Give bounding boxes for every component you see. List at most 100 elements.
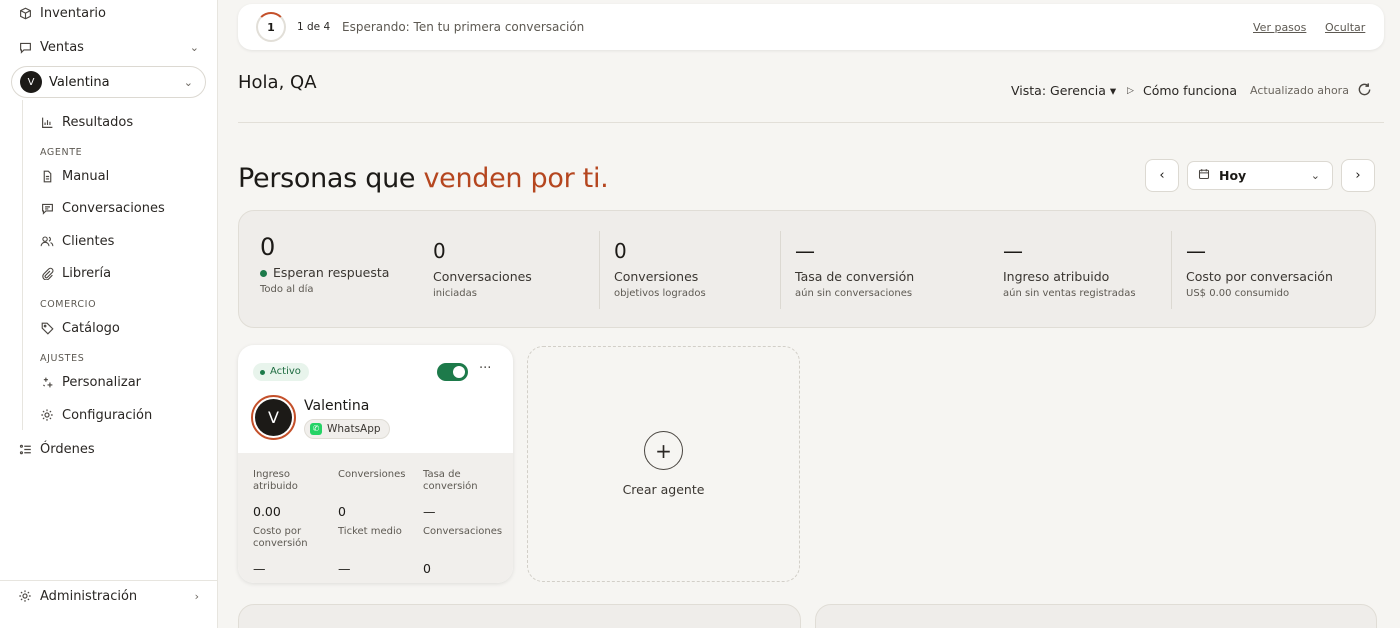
sidebar-item-clientes[interactable]: Clientes [22, 227, 212, 255]
agent-card[interactable]: Activo ··· V Valentina ✆ WhatsApp Ingres… [238, 345, 513, 583]
stat-esperan: 0 Esperan respuesta Todo al día [260, 233, 389, 295]
metric-tasa: Tasa de conversión — [423, 469, 503, 521]
avatar-initial: V [255, 399, 292, 436]
status-badge: Activo [253, 363, 309, 381]
stat-sub: objetivos logrados [614, 288, 706, 299]
metric-value: — [423, 504, 436, 519]
stat-label: Esperan respuesta [260, 265, 389, 280]
ocultar-link[interactable]: Ocultar [1325, 21, 1365, 34]
channel-chip: ✆ WhatsApp [304, 419, 390, 439]
active-toggle[interactable] [437, 363, 468, 381]
sidebar-item-manual[interactable]: Manual [22, 162, 212, 190]
chat-icon [18, 40, 32, 54]
updated-status: Actualizado ahora [1250, 84, 1349, 97]
sidebar-item-administracion[interactable]: Administración › [0, 581, 217, 611]
date-range-select[interactable]: Hoy ⌄ [1187, 161, 1333, 190]
header-divider [238, 122, 1384, 123]
stat-sub: aún sin conversaciones [795, 288, 913, 299]
metric-ingreso: Ingreso atribuido 0.00 [253, 469, 333, 521]
stat-ingreso: — Ingreso atribuido aún sin ventas regis… [1003, 239, 1136, 299]
document-icon [40, 169, 54, 183]
list-icon [18, 442, 32, 456]
sidebar-item-personalizar[interactable]: Personalizar [22, 368, 212, 396]
chevron-left-icon: ‹ [1159, 168, 1165, 183]
sidebar-item-resultados[interactable]: Resultados [22, 108, 212, 136]
chevron-right-icon: › [194, 589, 199, 603]
status-dot [260, 270, 267, 277]
agent-selector[interactable]: V Valentina ⌄ [11, 66, 206, 98]
step-status-text: Esperando: Ten tu primera conversación [342, 20, 585, 34]
stat-sub: iniciadas [433, 288, 477, 299]
metric-costo: Costo por conversión — [253, 526, 333, 578]
tag-icon [40, 321, 54, 335]
metric-conversiones: Conversiones 0 [338, 469, 418, 521]
gear-icon [40, 408, 54, 422]
metric-label: Tasa de conversión [423, 469, 478, 492]
stat-conversaciones: 0 Conversaciones iniciadas [433, 239, 532, 299]
date-range-value: Hoy [1219, 168, 1247, 183]
create-agent-label: Crear agente [622, 482, 705, 497]
stat-value: — [795, 239, 815, 263]
chat-icon [40, 201, 54, 215]
stat-sub: aún sin ventas registradas [1003, 288, 1136, 299]
agent-name: Valentina [304, 398, 370, 414]
metric-label: Conversiones [338, 469, 406, 480]
sidebar-item-inventario[interactable]: Inventario [0, 0, 217, 28]
stat-divider [599, 231, 600, 309]
next-date-button[interactable]: › [1341, 159, 1375, 192]
panel-card [815, 604, 1377, 628]
stat-divider [780, 231, 781, 309]
how-it-works-link[interactable]: Cómo funciona [1143, 83, 1237, 98]
agent-name: Valentina [49, 74, 110, 90]
calendar-icon [1198, 168, 1210, 183]
metric-value: 0.00 [253, 504, 281, 519]
whatsapp-icon: ✆ [310, 423, 322, 435]
more-icon[interactable]: ··· [479, 361, 491, 376]
sidebar-item-label: Inventario [40, 5, 106, 21]
sidebar-item-label: Conversaciones [62, 200, 165, 216]
sidebar-item-conversaciones[interactable]: Conversaciones [22, 194, 212, 222]
stat-tasa: — Tasa de conversión aún sin conversacio… [795, 239, 914, 299]
stat-label: Conversaciones [433, 269, 532, 284]
sidebar-item-label: Órdenes [40, 441, 95, 457]
ver-pasos-link[interactable]: Ver pasos [1253, 21, 1306, 34]
metric-value: 0 [338, 504, 346, 519]
play-icon: ▷ [1127, 86, 1134, 96]
main-content: 1 1 de 4 Esperando: Ten tu primera conve… [218, 0, 1400, 628]
avatar: V [20, 71, 42, 93]
sidebar-item-libreria[interactable]: Librería [22, 259, 212, 287]
stat-divider [1171, 231, 1172, 309]
sidebar-item-configuracion[interactable]: Configuración [22, 401, 212, 429]
channel-label: WhatsApp [327, 423, 381, 435]
box-icon [18, 6, 32, 20]
metric-label: Ticket medio [338, 526, 402, 537]
page-greeting: Hola, QA [238, 72, 317, 93]
metric-value: — [253, 561, 266, 576]
chevron-down-icon: ⌄ [189, 40, 199, 54]
title-accent: venden por ti. [423, 163, 609, 194]
page-title: Personas que venden por ti. [238, 163, 609, 194]
sidebar-item-catalogo[interactable]: Catálogo [22, 314, 212, 342]
step-count: 1 de 4 [297, 21, 331, 33]
panel-card [238, 604, 801, 628]
sidebar-item-label: Configuración [62, 407, 153, 423]
view-selector[interactable]: Vista: Gerencia ▾ [1011, 83, 1116, 98]
prev-date-button[interactable]: ‹ [1145, 159, 1179, 192]
create-agent-card[interactable]: + Crear agente [527, 346, 800, 582]
sidebar-item-label: Librería [62, 265, 112, 281]
stat-value: 0 [433, 239, 446, 263]
sidebar-item-label: Manual [62, 168, 110, 184]
refresh-icon[interactable] [1355, 80, 1373, 98]
stat-label: Tasa de conversión [795, 269, 915, 284]
chevron-down-icon: ⌄ [183, 75, 193, 89]
metric-label: Ingreso atribuido [253, 469, 298, 492]
section-label-comercio: COMERCIO [40, 299, 97, 310]
stat-value: — [1186, 239, 1206, 263]
sidebar-item-ventas[interactable]: Ventas ⌄ [0, 32, 217, 62]
stat-value: 0 [260, 233, 276, 261]
stat-label-text: Esperan respuesta [273, 265, 390, 280]
sidebar-item-ordenes[interactable]: Órdenes [0, 434, 217, 464]
metric-label: Costo por conversión [253, 526, 308, 549]
stat-label: Costo por conversación [1186, 269, 1333, 284]
paperclip-icon [40, 266, 54, 280]
